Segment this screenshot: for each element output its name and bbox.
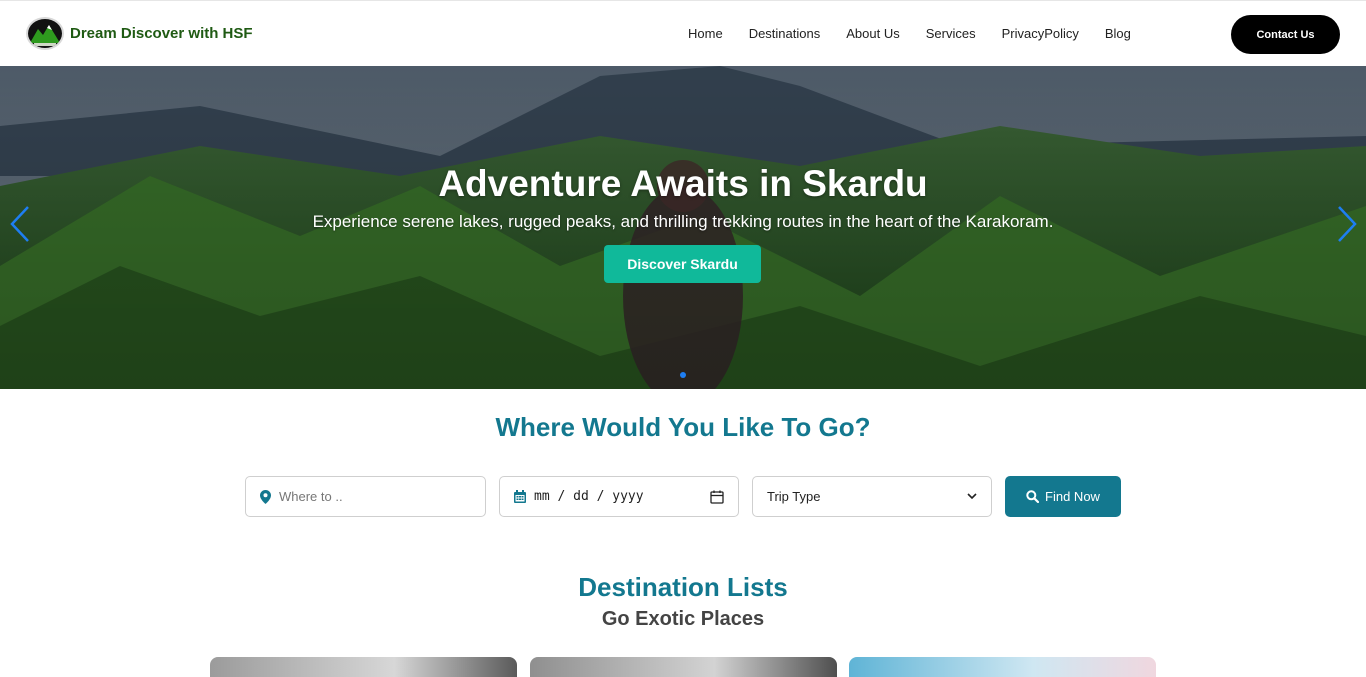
chevron-down-icon <box>967 493 977 500</box>
destination-card[interactable] <box>530 657 837 677</box>
trip-type-value: Trip Type <box>767 489 821 504</box>
date-placeholder: mm / dd / yyyy <box>534 489 644 504</box>
hero-title: Adventure Awaits in Skardu <box>438 163 928 204</box>
nav-link-services[interactable]: Services <box>926 26 976 41</box>
where-to-placeholder: Where to .. <box>279 489 343 504</box>
nav-link-blog[interactable]: Blog <box>1105 26 1131 41</box>
where-to-input[interactable]: Where to .. <box>245 476 486 517</box>
nav-link-privacy-policy[interactable]: PrivacyPolicy <box>1002 26 1079 41</box>
search-section-title: Where Would You Like To Go? <box>495 412 871 442</box>
carousel-pagination-dot[interactable] <box>680 372 686 378</box>
nav-link-about-us[interactable]: About Us <box>846 26 899 41</box>
trip-type-select[interactable]: Trip Type <box>752 476 992 517</box>
nav-link-home[interactable]: Home <box>688 26 723 41</box>
search-icon <box>1026 490 1040 503</box>
date-input[interactable]: mm / dd / yyyy <box>499 476 739 517</box>
destination-card[interactable] <box>849 657 1156 677</box>
destination-lists-title: Destination Lists <box>578 572 788 602</box>
brand[interactable]: Dream Discover with HSF <box>26 17 253 50</box>
map-pin-icon <box>260 489 271 504</box>
destination-lists-subtitle: Go Exotic Places <box>601 608 765 630</box>
hero-subtitle: Experience serene lakes, rugged peaks, a… <box>312 212 1054 231</box>
navbar: Dream Discover with HSF Home Destination… <box>0 0 1366 66</box>
destination-card[interactable] <box>210 657 517 677</box>
find-now-label: Find Now <box>1045 489 1100 504</box>
discover-skardu-button[interactable]: Discover Skardu <box>604 245 761 283</box>
carousel-next-arrow-icon[interactable] <box>1335 204 1359 244</box>
brand-name: Dream Discover with HSF <box>70 25 253 42</box>
main-nav: Home Destinations About Us Services Priv… <box>688 26 1157 41</box>
hero-carousel: Adventure Awaits in Skardu Experience se… <box>0 66 1366 389</box>
contact-us-button[interactable]: Contact Us <box>1231 15 1340 54</box>
date-picker-icon[interactable] <box>710 490 724 504</box>
calendar-icon <box>514 490 526 503</box>
mountain-logo-icon <box>26 17 64 50</box>
nav-link-destinations[interactable]: Destinations <box>749 26 821 41</box>
find-now-button[interactable]: Find Now <box>1005 476 1121 517</box>
carousel-prev-arrow-icon[interactable] <box>8 204 32 244</box>
